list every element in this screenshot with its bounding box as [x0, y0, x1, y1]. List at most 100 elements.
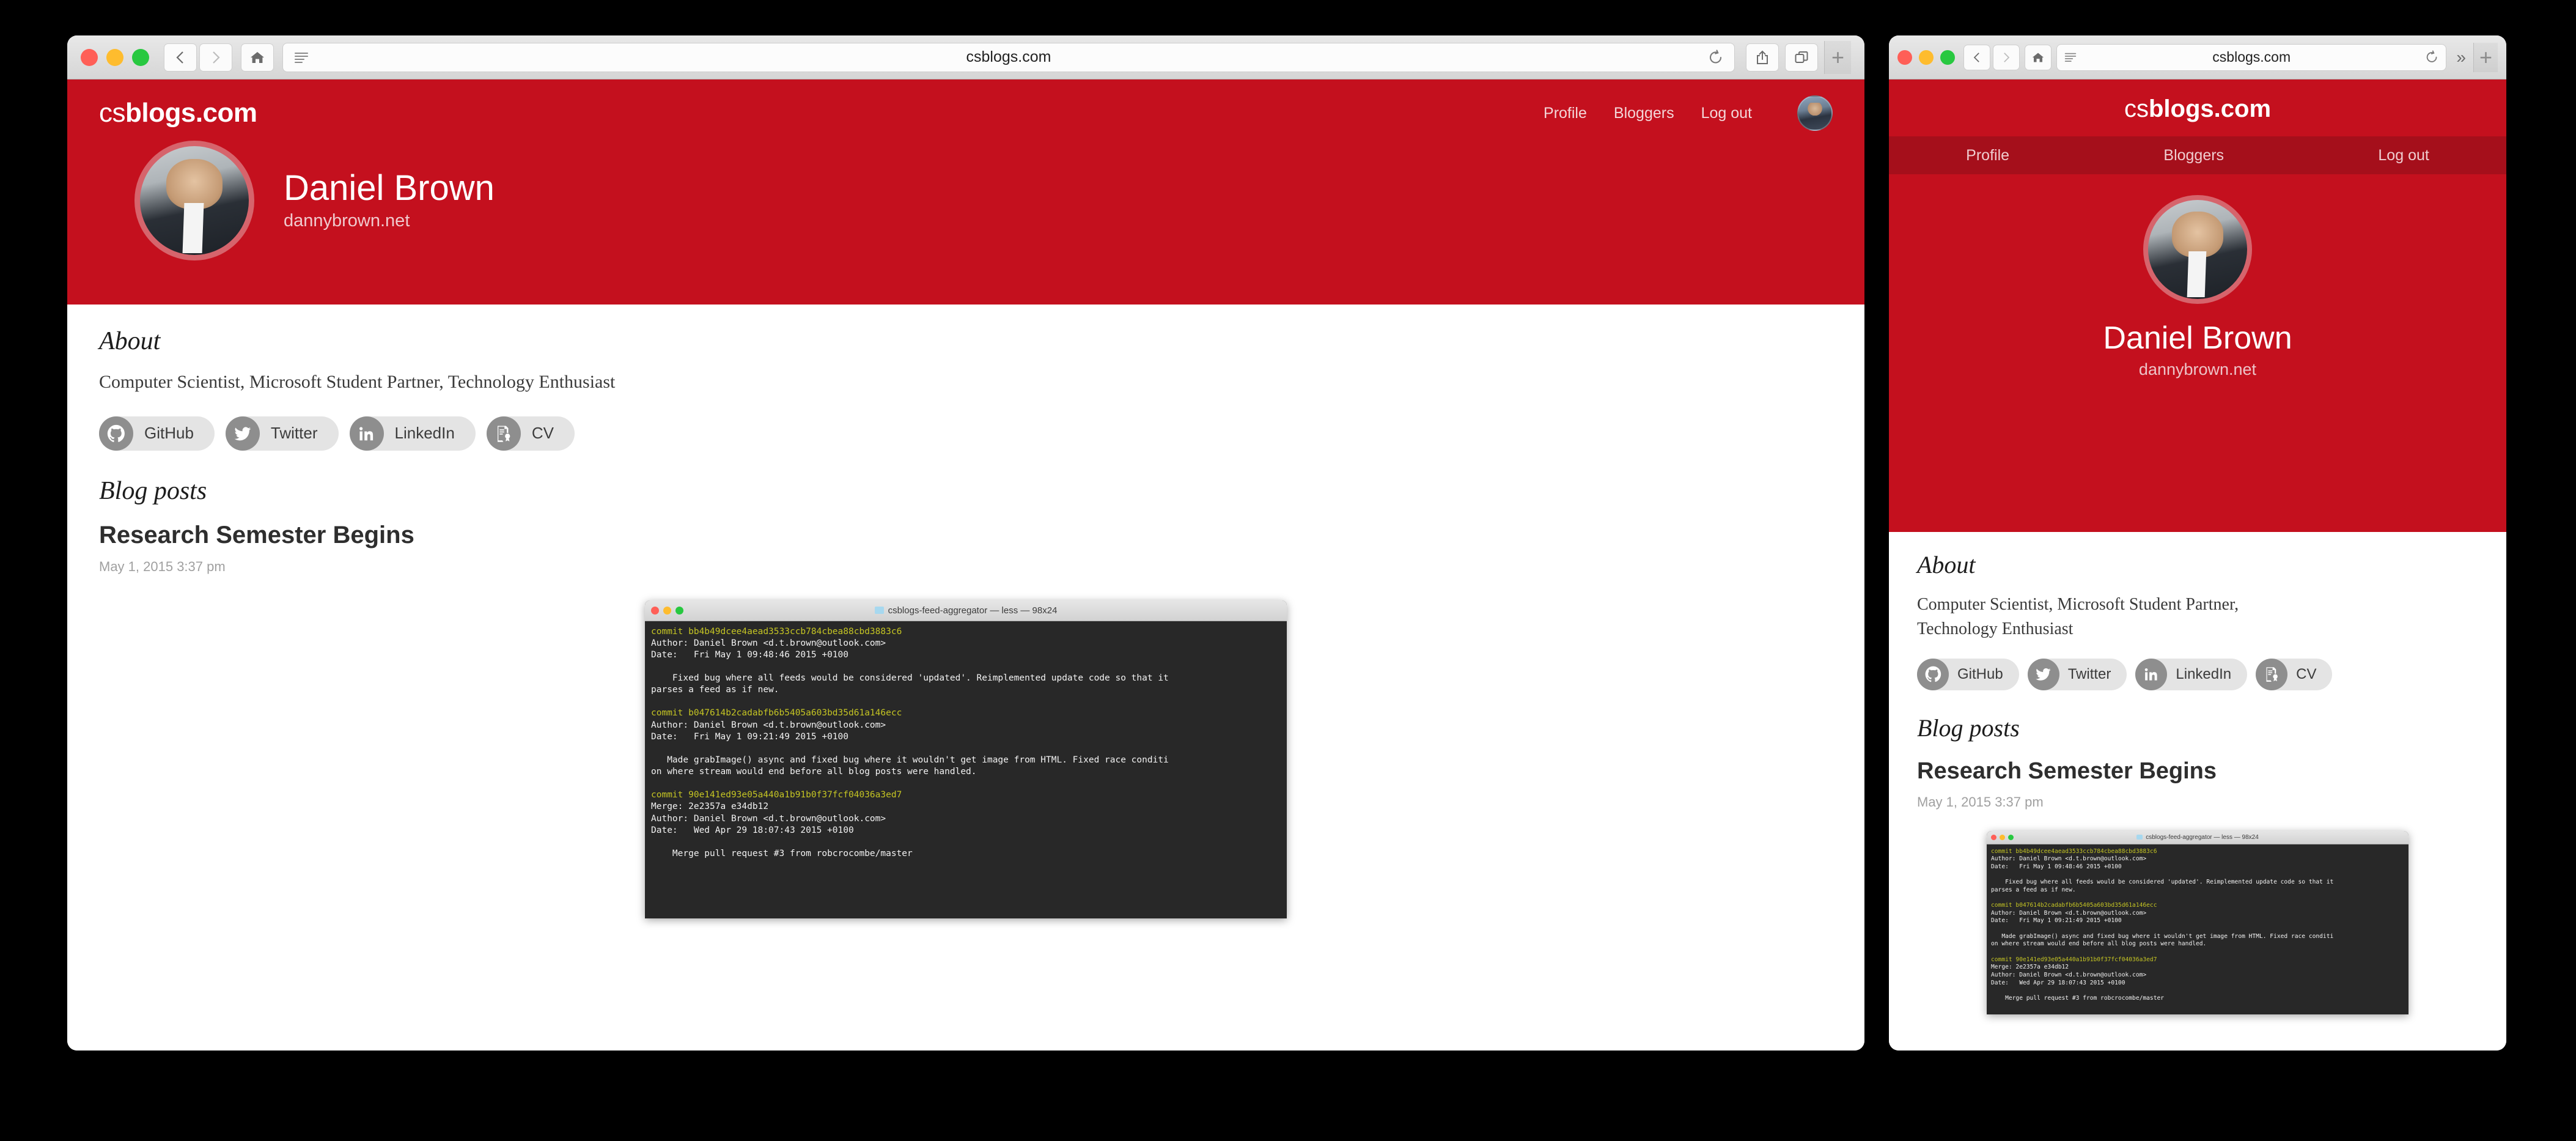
- desktop-browser-toolbar: csblogs.com +: [67, 35, 1864, 79]
- terminal-line: commit 90e141ed93e05a440a1b91b0f37fcf040…: [651, 790, 902, 800]
- nav-avatar[interactable]: [1797, 95, 1833, 131]
- site-logo[interactable]: csblogs.com: [99, 98, 257, 128]
- mobile-reload-icon[interactable]: [2426, 50, 2438, 64]
- desktop-page-content: csblogs.com Profile Bloggers Log out Dan…: [67, 79, 1864, 1051]
- twitter-icon: [2027, 658, 2059, 690]
- mobile-social-link-cv[interactable]: CV: [2256, 658, 2333, 690]
- show-tabs-button[interactable]: [1785, 43, 1818, 72]
- mobile-terminal-title: csblogs-feed-aggregator — less — 98x24: [1987, 834, 2409, 841]
- toolbar-overflow-button[interactable]: »: [2451, 48, 2471, 67]
- terminal-line: Author: Daniel Brown <d.t.brown@outlook.…: [1991, 972, 2147, 978]
- logo-bold-part: blogs.com: [125, 98, 257, 128]
- mobile-back-button[interactable]: [1963, 44, 1990, 70]
- social-link-linkedin[interactable]: LinkedIn: [349, 416, 476, 451]
- terminal-line: Author: Daniel Brown <d.t.brown@outlook.…: [651, 813, 886, 824]
- forward-button[interactable]: [199, 43, 232, 72]
- mobile-forward-button[interactable]: [1993, 44, 2020, 70]
- social-label-twitter: Twitter: [270, 424, 318, 443]
- desktop-browser-window: csblogs.com + csblogs.com Profile Blogge…: [67, 35, 1864, 1051]
- terminal-title-text: csblogs-feed-aggregator — less — 98x24: [888, 605, 1058, 616]
- terminal-line: Date: Wed Apr 29 18:07:43 2015 +0100: [651, 825, 854, 835]
- social-link-github[interactable]: GitHub: [99, 416, 215, 451]
- linkedin-icon: [349, 416, 384, 451]
- mobile-toolbar-right: » +: [2451, 42, 2498, 72]
- mobile-logo-wrap: csblogs.com: [1889, 79, 2506, 123]
- mobile-blog-post-title[interactable]: Research Semester Begins: [1917, 758, 2478, 785]
- mobile-close-window-button[interactable]: [1897, 50, 1912, 65]
- minimize-window-button[interactable]: [106, 48, 123, 66]
- mobile-nav-item-logout[interactable]: Log out: [2378, 147, 2429, 164]
- terminal-line: Author: Daniel Brown <d.t.brown@outlook.…: [651, 638, 886, 648]
- nav-item-logout[interactable]: Log out: [1701, 105, 1752, 122]
- toolbar-right-buttons: +: [1746, 40, 1851, 74]
- home-button-group: [241, 43, 274, 72]
- mobile-site-logo[interactable]: csblogs.com: [2124, 95, 2271, 122]
- mobile-terminal-body: commit bb4b49dcee4aead3533ccb784cbea88cb…: [1987, 844, 2409, 1003]
- github-icon: [1917, 658, 1949, 690]
- reload-icon[interactable]: [1709, 49, 1723, 65]
- folder-icon: [874, 606, 884, 614]
- mobile-social-link-linkedin[interactable]: LinkedIn: [2135, 658, 2248, 690]
- terminal-line: parses a feed as if new.: [1991, 886, 2076, 893]
- window-traffic-lights[interactable]: [81, 48, 149, 66]
- mobile-url-text: csblogs.com: [2212, 49, 2291, 65]
- mobile-navigation-buttons: [1963, 44, 2020, 70]
- mobile-minimize-window-button[interactable]: [1919, 50, 1934, 65]
- mobile-social-label-twitter: Twitter: [2067, 665, 2111, 682]
- terminal-line: Date: Fri May 1 09:48:46 2015 +0100: [651, 649, 849, 660]
- address-bar[interactable]: csblogs.com: [282, 42, 1735, 72]
- logo-light-part: cs: [99, 98, 126, 128]
- blog-post-title[interactable]: Research Semester Begins: [99, 522, 1833, 549]
- folder-icon: [2136, 834, 2143, 840]
- profile-website[interactable]: dannybrown.net: [284, 211, 495, 231]
- blog-posts-heading: Blog posts: [99, 476, 207, 505]
- terminal-line: Made grabImage() async and fixed bug whe…: [651, 755, 1169, 765]
- about-text: Computer Scientist, Microsoft Student Pa…: [99, 372, 616, 392]
- mobile-about-line-1: Computer Scientist, Microsoft Student Pa…: [1917, 595, 2239, 614]
- mobile-profile-website[interactable]: dannybrown.net: [1889, 356, 2506, 404]
- mobile-address-bar[interactable]: csblogs.com: [2056, 43, 2447, 71]
- reader-view-icon[interactable]: [294, 51, 309, 64]
- terminal-line: Made grabImage() async and fixed bug whe…: [1991, 932, 2334, 940]
- profile-name: Daniel Brown: [284, 168, 495, 209]
- maximize-window-button[interactable]: [132, 48, 149, 66]
- share-button[interactable]: [1746, 43, 1779, 72]
- social-link-twitter[interactable]: Twitter: [225, 416, 339, 451]
- terminal-line: commit b047614b2cadabfb6b5405a603bd35d61…: [651, 708, 902, 718]
- back-button[interactable]: [164, 43, 197, 72]
- mobile-home-group: [2025, 44, 2052, 70]
- nav-item-bloggers[interactable]: Bloggers: [1614, 105, 1674, 122]
- mobile-nav-item-profile[interactable]: Profile: [1966, 147, 2009, 164]
- screenshot-stage: csblogs.com + csblogs.com Profile Blogge…: [0, 0, 2576, 1141]
- mobile-maximize-window-button[interactable]: [1940, 50, 1955, 65]
- terminal-line: Author: Daniel Brown <d.t.brown@outlook.…: [1991, 909, 2147, 917]
- profile-avatar: [134, 141, 254, 260]
- terminal-line: Merge pull request #3 from robcrocombe/m…: [1991, 994, 2165, 1002]
- profile-identity: Daniel Brown dannybrown.net: [284, 168, 495, 231]
- social-label-github: GitHub: [144, 424, 194, 443]
- mobile-browser-window: csblogs.com » + csblogs.com Profile Blog…: [1889, 35, 2506, 1051]
- mobile-new-tab-button[interactable]: +: [2473, 42, 2498, 72]
- mobile-reader-view-icon[interactable]: [2064, 52, 2077, 62]
- new-tab-button[interactable]: +: [1824, 40, 1851, 74]
- social-link-cv[interactable]: CV: [486, 416, 575, 451]
- mobile-window-traffic-lights[interactable]: [1897, 50, 1955, 65]
- mobile-social-link-github[interactable]: GitHub: [1917, 658, 2019, 690]
- mobile-home-button[interactable]: [2025, 44, 2052, 70]
- terminal-line: commit b047614b2cadabfb6b5405a603bd35d61…: [1991, 902, 2157, 909]
- mobile-social-link-twitter[interactable]: Twitter: [2027, 658, 2127, 690]
- terminal-line: Author: Daniel Brown <d.t.brown@outlook.…: [651, 720, 886, 730]
- close-window-button[interactable]: [81, 48, 98, 66]
- mobile-logo-light-part: cs: [2124, 95, 2149, 122]
- terminal-line: Date: Wed Apr 29 18:07:43 2015 +0100: [1991, 979, 2125, 986]
- terminal-line: on where stream would end before all blo…: [1991, 940, 2207, 948]
- desktop-hero-header: csblogs.com Profile Bloggers Log out Dan…: [67, 79, 1864, 305]
- linkedin-icon: [2135, 658, 2168, 690]
- home-button[interactable]: [241, 43, 274, 72]
- nav-item-profile[interactable]: Profile: [1544, 105, 1587, 122]
- mobile-nav-item-bloggers[interactable]: Bloggers: [2163, 147, 2224, 164]
